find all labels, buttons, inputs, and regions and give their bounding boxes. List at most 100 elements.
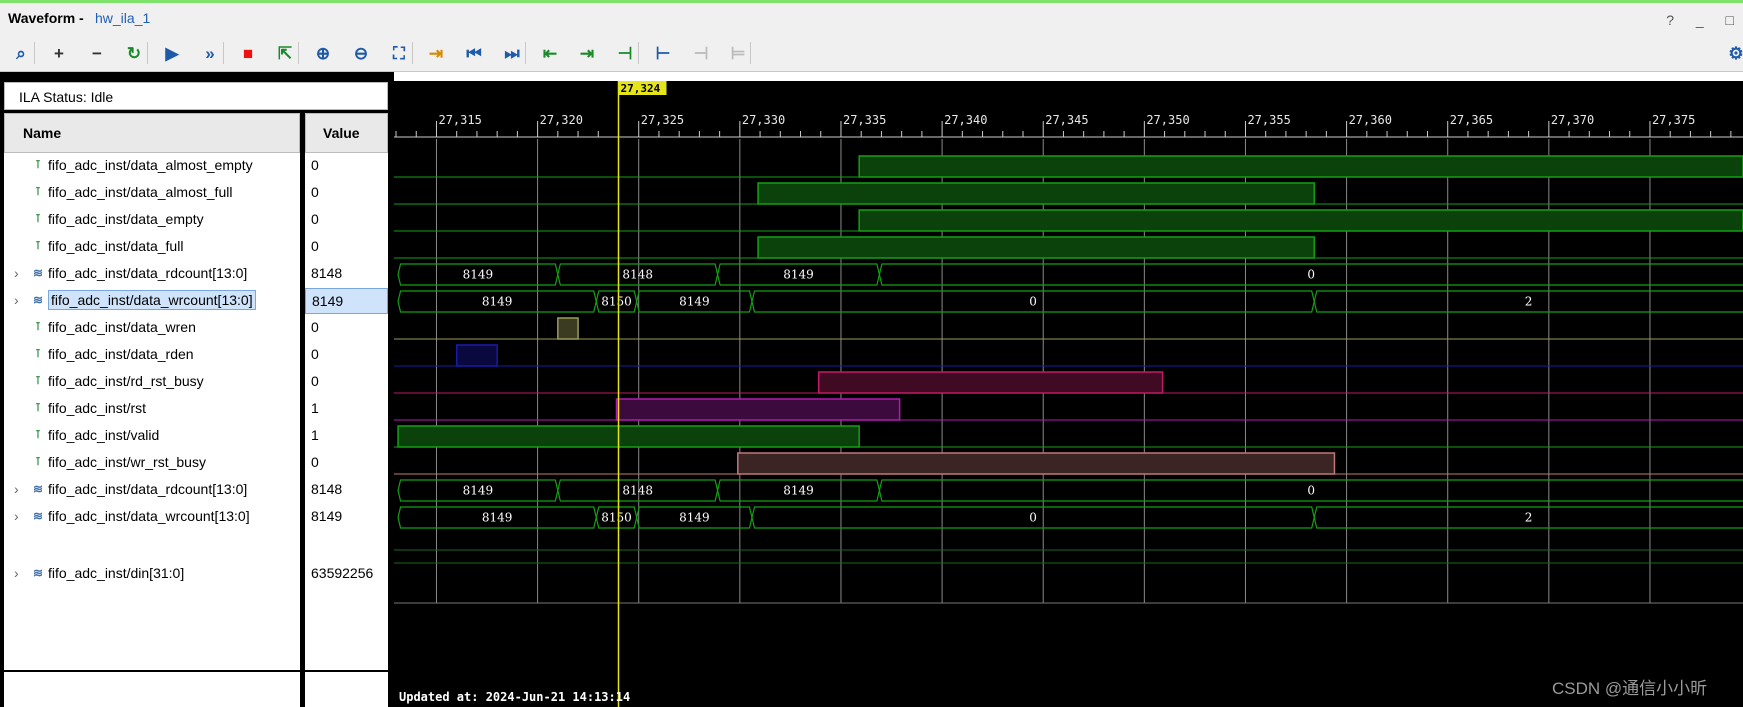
next-transition-button[interactable]: ⇥	[574, 40, 600, 66]
ila-status: ILA Status: Idle	[4, 82, 388, 110]
column-header-name[interactable]: Name	[4, 113, 300, 153]
signal-name: fifo_adc_inst/data_wrcount[13:0]	[48, 290, 256, 310]
signal-row[interactable]: ⊺ fifo_adc_inst/data_full	[4, 234, 300, 260]
signal-value-text: 63592256	[311, 565, 374, 581]
bus-signal-icon: ≋	[32, 293, 44, 307]
signal-row[interactable]: ⊺ fifo_adc_inst/rd_rst_busy	[4, 369, 300, 395]
wave-high-pulse	[858, 209, 1743, 232]
signal-name: fifo_adc_inst/data_full	[48, 238, 184, 254]
refresh-icon: ↻	[126, 43, 142, 63]
signal-row[interactable]: ⊺ fifo_adc_inst/rst	[4, 396, 300, 422]
column-header-value[interactable]: Value	[305, 113, 388, 153]
signal-row[interactable]: › ≋ fifo_adc_inst/data_rdcount[13:0]	[4, 477, 300, 503]
next-marker-button[interactable]: ⊣	[688, 40, 714, 66]
signal-value-text: 0	[311, 211, 319, 227]
signal-value: 1	[305, 396, 388, 422]
hw-ila-link[interactable]: hw_ila_1	[95, 10, 150, 26]
prev-transition-button[interactable]: ⇤	[537, 40, 563, 66]
bus-value-label: 8148	[622, 484, 653, 498]
bit-signal-icon: ⊺	[35, 186, 41, 198]
prev-marker-button[interactable]: ⊢	[650, 40, 676, 66]
signal-name: fifo_adc_inst/data_wren	[48, 319, 196, 335]
signal-value-text: 8148	[311, 265, 343, 281]
add-icon: +	[54, 43, 64, 63]
ruler-tick-label: 27,340	[944, 113, 987, 127]
chevron-right-icon[interactable]: ›	[14, 481, 19, 497]
signal-row[interactable]: ⊺ fifo_adc_inst/data_rden	[4, 342, 300, 368]
bus-value-label: 0	[1307, 268, 1315, 282]
toolbar-separator	[750, 42, 751, 64]
signal-row[interactable]: › ≋ fifo_adc_inst/data_rdcount[13:0]	[4, 261, 300, 287]
zoom-out-button[interactable]: ⊖	[348, 40, 374, 66]
bit-signal-icon: ⊺	[35, 213, 41, 225]
chevron-right-icon[interactable]: ›	[14, 508, 19, 524]
wave-high-pulse	[757, 236, 1315, 259]
signal-value-text: 8149	[311, 508, 343, 524]
chevron-right-icon[interactable]: ›	[14, 265, 19, 281]
ruler-tick-label: 27,365	[1450, 113, 1493, 127]
bus-value-label: 0	[1029, 295, 1037, 309]
run-trigger-button[interactable]: ▶	[159, 40, 185, 66]
signal-row[interactable]: ⊺ fifo_adc_inst/data_empty	[4, 207, 300, 233]
add-button[interactable]: +	[46, 40, 72, 66]
signal-row[interactable]: ⊺ fifo_adc_inst/valid	[4, 423, 300, 449]
chevron-right-icon[interactable]: ›	[14, 565, 19, 581]
ruler-tick-label: 27,330	[742, 113, 785, 127]
toolbar-separator	[638, 42, 639, 64]
gear-icon[interactable]: ⚙	[1723, 40, 1743, 66]
waveform-canvas[interactable]: 27,315 27,320 27,325 27,330 27,335 27,340 27,3…	[394, 81, 1743, 707]
export-button[interactable]: ⇱	[272, 40, 298, 66]
signal-row[interactable]: ⊺ fifo_adc_inst/data_almost_full	[4, 180, 300, 206]
bus-value-label: 8150	[601, 511, 632, 525]
cursor-time-label: 27,324	[620, 82, 660, 95]
ruler-tick-label: 27,325	[641, 113, 684, 127]
toolbar-separator	[223, 42, 224, 64]
bit-signal-icon: ⊺	[35, 159, 41, 171]
signal-name: fifo_adc_inst/wr_rst_busy	[48, 454, 206, 470]
zoom-fit-icon: ⛶	[393, 43, 405, 63]
signal-row[interactable]: ⊺ fifo_adc_inst/wr_rst_busy	[4, 450, 300, 476]
stop-button[interactable]: ■	[235, 40, 261, 66]
bus-value-label: 8149	[482, 511, 513, 525]
signal-value-text: 0	[311, 238, 319, 254]
refresh-button[interactable]: ↻	[121, 40, 147, 66]
goto-end-button[interactable]: ⏭	[499, 40, 525, 66]
bus-value-label: 8150	[601, 295, 632, 309]
bus-value-label: 8149	[783, 484, 814, 498]
chevron-right-icon[interactable]: ›	[14, 292, 19, 308]
signal-value: 1	[305, 423, 388, 449]
run-immediate-icon: »	[205, 43, 215, 63]
run-immediate-button[interactable]: »	[197, 40, 223, 66]
add-marker-button[interactable]: ⊣	[612, 40, 638, 66]
search-button[interactable]: ⌕	[8, 40, 34, 66]
stop-icon: ■	[242, 43, 254, 63]
bus-value-label: 8149	[679, 511, 710, 525]
ruler-tick-label: 27,320	[540, 113, 583, 127]
zoom-in-icon: ⊕	[315, 43, 331, 63]
bit-signal-icon: ⊺	[35, 375, 41, 387]
signal-value: 0	[305, 234, 388, 260]
zoom-in-button[interactable]: ⊕	[310, 40, 336, 66]
bit-signal-icon: ⊺	[35, 240, 41, 252]
wave-high-pulse	[817, 371, 1164, 394]
signal-name: fifo_adc_inst/rd_rst_busy	[48, 373, 204, 389]
remove-button[interactable]: −	[84, 40, 110, 66]
signal-row[interactable]: › ≋ fifo_adc_inst/data_wrcount[13:0]	[4, 504, 300, 530]
goto-cursor-button[interactable]: ⇥	[423, 40, 449, 66]
bus-value-label: 8148	[622, 268, 653, 282]
signal-value: 63592256	[305, 561, 388, 587]
run-trigger-icon: ▶	[165, 43, 179, 63]
bus-value-label: 8149	[463, 268, 494, 282]
signal-value: 0	[305, 315, 388, 341]
swap-cursors-button[interactable]: ⊨	[725, 40, 751, 66]
signal-row[interactable]: › ≋ fifo_adc_inst/data_wrcount[13:0]	[4, 288, 300, 314]
window-controls[interactable]: ? _ □	[1666, 12, 1743, 28]
zoom-fit-button[interactable]: ⛶	[386, 40, 412, 66]
signal-row[interactable]: ⊺ fifo_adc_inst/data_almost_empty	[4, 153, 300, 179]
signal-row[interactable]: › ≋ fifo_adc_inst/din[31:0]	[4, 561, 300, 587]
signal-row[interactable]: ⊺ fifo_adc_inst/data_wren	[4, 315, 300, 341]
goto-start-button[interactable]: ⏮	[461, 40, 487, 66]
signal-name: fifo_adc_inst/rst	[48, 400, 147, 416]
bus-value-label: 2	[1525, 295, 1533, 309]
ruler-tick-label: 27,360	[1349, 113, 1392, 127]
